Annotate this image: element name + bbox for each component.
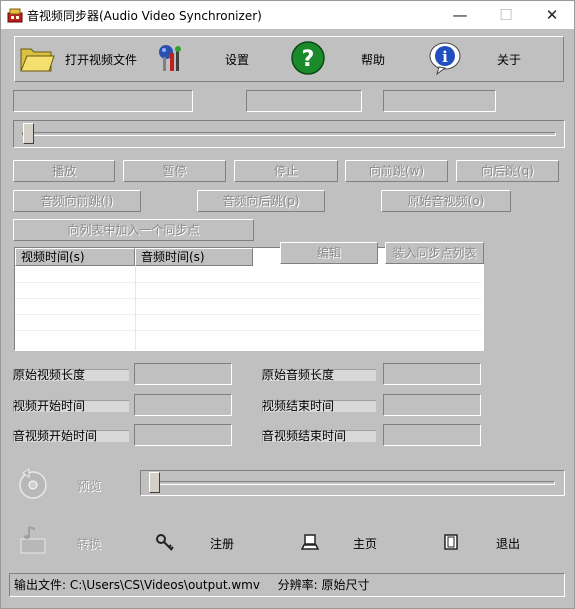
jump-back-button[interactable]: 向后跳(q)	[456, 160, 559, 182]
edit-button[interactable]: 编辑	[280, 242, 378, 264]
row-divider	[15, 298, 481, 299]
row-divider	[15, 330, 481, 331]
video-end-time-field[interactable]	[383, 394, 481, 416]
home-label[interactable]: 主页	[353, 535, 377, 552]
main-toolbar: 打开视频文件 设置 ? 帮助 i 关于	[14, 36, 564, 82]
help-label[interactable]: 帮助	[361, 51, 385, 68]
preview-disc-icon[interactable]	[17, 467, 49, 499]
maximize-button[interactable]: ☐	[483, 1, 529, 29]
preview-slider[interactable]	[140, 470, 565, 496]
output-file-label: 输出文件:	[14, 578, 67, 592]
column-video-time[interactable]: 视频时间(s)	[15, 248, 135, 266]
open-video-label[interactable]: 打开视频文件	[65, 51, 137, 68]
home-computer-icon[interactable]	[300, 533, 320, 553]
minimize-button[interactable]: —	[437, 1, 483, 29]
column-divider	[135, 266, 136, 350]
audio-jump-back-button[interactable]: 音频向后跳(p)	[197, 190, 325, 212]
convert-label[interactable]: 转换	[77, 535, 101, 552]
output-file-path: C:\Users\CS\Videos\output.wmv	[69, 578, 260, 592]
exit-door-icon[interactable]	[442, 533, 460, 551]
about-label[interactable]: 关于	[497, 51, 521, 68]
total-time-field[interactable]	[383, 90, 496, 112]
window-title: 音视频同步器(Audio Video Synchronizer)	[27, 9, 262, 23]
seek-slider-thumb[interactable]	[23, 123, 34, 144]
orig-audio-length-label: 原始音频长度	[262, 367, 376, 383]
video-file-field[interactable]	[13, 90, 193, 112]
open-folder-icon[interactable]	[19, 41, 55, 75]
orig-video-length-field[interactable]	[134, 363, 232, 385]
play-button[interactable]: 播放	[13, 160, 115, 182]
video-start-time-field[interactable]	[134, 394, 232, 416]
audio-jump-forward-button[interactable]: 音频向前跳(i)	[13, 190, 141, 212]
row-divider	[15, 314, 481, 315]
orig-video-length-label: 原始视频长度	[13, 367, 129, 383]
exit-label[interactable]: 退出	[496, 535, 520, 552]
jump-forward-button[interactable]: 向前跳(w)	[345, 160, 448, 182]
preview-slider-track	[149, 481, 555, 485]
original-av-button[interactable]: 原始音视频(o)	[381, 190, 511, 212]
column-audio-time[interactable]: 音频时间(s)	[135, 248, 253, 266]
av-end-time-label: 音视频结束时间	[262, 428, 376, 444]
register-label[interactable]: 注册	[210, 535, 234, 552]
client-area: 打开视频文件 设置 ? 帮助 i 关于 播放 暂停 停止 向前跳(w) 向后跳(…	[1, 29, 574, 608]
settings-label[interactable]: 设置	[225, 51, 249, 68]
app-icon	[7, 8, 23, 23]
av-end-time-field[interactable]	[383, 424, 481, 446]
preview-slider-thumb[interactable]	[149, 472, 160, 493]
status-bar: 输出文件: C:\Users\CS\Videos\output.wmv 分辨率:…	[9, 573, 565, 597]
current-time-field[interactable]	[246, 90, 362, 112]
pause-button[interactable]: 暂停	[123, 160, 226, 182]
av-start-time-label: 音视频开始时间	[13, 428, 129, 444]
video-start-time-label: 视频开始时间	[13, 398, 129, 414]
help-icon[interactable]: ?	[290, 40, 326, 76]
svg-text:i: i	[442, 48, 448, 66]
info-bubble-icon[interactable]: i	[427, 40, 463, 76]
seek-slider-track	[22, 132, 556, 136]
resolution-value: 原始尺寸	[321, 578, 370, 592]
orig-audio-length-field[interactable]	[383, 363, 481, 385]
preview-label[interactable]: 预览	[77, 477, 101, 494]
seek-slider[interactable]	[13, 120, 565, 148]
title-bar[interactable]: 音视频同步器(Audio Video Synchronizer) — ☐ ✕	[1, 1, 574, 29]
svg-text:?: ?	[302, 47, 315, 72]
app-window: 音视频同步器(Audio Video Synchronizer) — ☐ ✕ 打…	[0, 0, 575, 609]
resolution-label: 分辨率:	[277, 578, 318, 592]
register-key-icon[interactable]	[155, 533, 175, 553]
av-start-time-field[interactable]	[134, 424, 232, 446]
video-end-time-label: 视频结束时间	[262, 398, 376, 414]
stop-button[interactable]: 停止	[234, 160, 338, 182]
add-sync-point-button[interactable]: 向列表中加入一个同步点	[13, 219, 254, 241]
settings-tools-icon[interactable]	[152, 41, 188, 75]
load-sync-list-button[interactable]: 装入同步点列表	[385, 242, 484, 264]
close-button[interactable]: ✕	[529, 1, 575, 29]
convert-music-icon[interactable]	[19, 523, 47, 555]
row-divider	[15, 282, 481, 283]
